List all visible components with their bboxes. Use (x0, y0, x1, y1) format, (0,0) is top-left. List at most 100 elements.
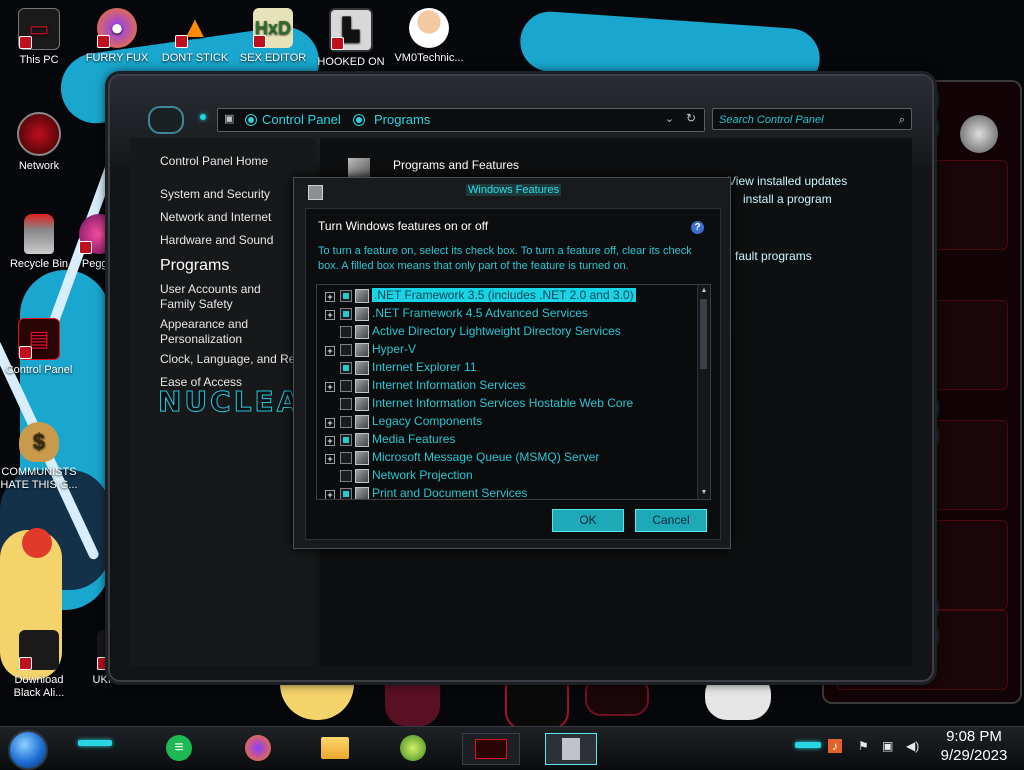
tray-app-icon[interactable]: ♪ (828, 739, 842, 753)
desktop-icon-sex-editor[interactable]: HxD SEX EDITOR (234, 8, 312, 65)
sidebar-item-home[interactable]: Control Panel Home (160, 154, 268, 168)
desktop-icon-control-panel[interactable]: ▤ Control Panel (0, 318, 78, 377)
install-program-link[interactable]: install a program (743, 192, 832, 206)
feature-checkbox[interactable] (340, 380, 352, 392)
cancel-button[interactable]: Cancel (635, 509, 707, 532)
feature-scrollbar[interactable]: ▲ ▼ (697, 285, 710, 499)
search-icon[interactable]: ⌕ (899, 109, 905, 131)
default-programs-link[interactable]: fault programs (735, 249, 812, 263)
feature-folder-icon (355, 487, 369, 499)
taskbar-firefox[interactable] (243, 733, 273, 763)
taskbar-control-panel[interactable] (462, 733, 520, 765)
breadcrumb-separator-icon (248, 117, 254, 123)
desktop-icon-vm0technic[interactable]: VM0Technic... (390, 8, 468, 65)
feature-row[interactable]: Network Projection (317, 467, 697, 485)
desktop-icon-download-black-ali[interactable]: Download Black Ali... (0, 630, 78, 700)
feature-label: .NET Framework 3.5 (includes .NET 2.0 an… (372, 288, 636, 302)
feature-checkbox[interactable] (340, 488, 352, 499)
help-icon[interactable]: ? (691, 221, 704, 234)
volume-icon[interactable]: ◀) (906, 739, 920, 753)
expand-plus-icon[interactable]: + (325, 382, 335, 392)
sidebar-item-user-accounts[interactable]: User Accounts and Family Safety (160, 282, 292, 312)
wallpaper-figure (585, 676, 649, 716)
sidebar-item-appearance[interactable]: Appearance and Personalization (160, 317, 270, 347)
feature-checkbox[interactable] (340, 416, 352, 428)
feature-row[interactable]: + Legacy Components (317, 413, 697, 431)
desktop-icon-label: COMMUNISTS HATE THIS G... (0, 466, 78, 491)
pompom-sticker (22, 528, 52, 558)
desktop-icon-furry-fux[interactable]: ● FURRY FUX (78, 8, 156, 65)
feature-row[interactable]: + Internet Information Services (317, 377, 697, 395)
feature-folder-icon (355, 415, 369, 429)
feature-checkbox[interactable] (340, 326, 352, 338)
expand-plus-icon[interactable]: + (325, 454, 335, 464)
feature-row[interactable]: + Print and Document Services (317, 485, 697, 499)
expand-plus-icon[interactable]: + (325, 490, 335, 499)
address-bar[interactable]: ▣ Control Panel Programs ⌄ ↻ (217, 108, 705, 132)
expand-plus-icon[interactable]: + (325, 418, 335, 428)
feature-checkbox[interactable] (340, 434, 352, 446)
feature-row[interactable]: + .NET Framework 4.5 Advanced Services (317, 305, 697, 323)
network-icon[interactable]: ▣ (882, 739, 896, 753)
desktop-icon-this-pc[interactable]: ▭ This PC (0, 8, 78, 67)
feature-checkbox[interactable] (340, 290, 352, 302)
start-button[interactable] (8, 730, 48, 770)
clock-date[interactable]: 9/29/2023 (934, 747, 1014, 764)
sidebar-item-system-security[interactable]: System and Security (160, 187, 270, 201)
scroll-down-icon[interactable]: ▼ (699, 488, 709, 498)
breadcrumb-programs[interactable]: Programs (374, 112, 430, 127)
feature-row[interactable]: Internet Explorer 11 (317, 359, 697, 377)
clock-time[interactable]: 9:08 PM (934, 728, 1014, 745)
expand-plus-icon[interactable]: + (325, 292, 335, 302)
expand-plus-icon[interactable]: + (325, 310, 335, 320)
firefox-icon (245, 735, 271, 761)
ok-button[interactable]: OK (552, 509, 624, 532)
maze-game-icon: ▙ (329, 8, 373, 52)
sidebar-item-hardware-sound[interactable]: Hardware and Sound (160, 233, 273, 247)
scroll-up-icon[interactable]: ▲ (699, 286, 709, 296)
alien-head-icon (960, 115, 998, 153)
flag-icon[interactable]: ⚑ (858, 739, 872, 753)
feature-checkbox[interactable] (340, 344, 352, 356)
taskbar-notes-app[interactable]: ≡ (164, 733, 194, 763)
refresh-icon[interactable]: ↻ (686, 111, 696, 125)
taskbar-file-explorer[interactable] (320, 733, 350, 763)
feature-label: Network Projection (372, 468, 473, 482)
programs-features-title[interactable]: Programs and Features (393, 158, 519, 172)
control-panel-icon: ▤ (18, 318, 60, 360)
feature-checkbox[interactable] (340, 308, 352, 320)
desktop-icon-network[interactable]: Network (0, 112, 78, 173)
back-forward-button[interactable] (148, 106, 184, 134)
feature-row[interactable]: Active Directory Lightweight Directory S… (317, 323, 697, 341)
feature-row[interactable]: + .NET Framework 3.5 (includes .NET 2.0 a… (317, 287, 697, 305)
feature-tree[interactable]: ▲ ▼ + .NET Framework 3.5 (includes .NET 2… (316, 284, 711, 500)
view-installed-updates-link[interactable]: View installed updates (728, 174, 847, 188)
chevron-down-icon[interactable]: ⌄ (665, 112, 674, 125)
search-input[interactable]: Search Control Panel ⌕ (712, 108, 912, 130)
feature-checkbox[interactable] (340, 452, 352, 464)
scroll-thumb[interactable] (700, 299, 707, 369)
feature-row[interactable]: + Microsoft Message Queue (MSMQ) Server (317, 449, 697, 467)
desktop-icon-hooked-on[interactable]: ▙ HOOKED ON (312, 8, 390, 69)
breadcrumb-control-panel[interactable]: Control Panel (262, 112, 341, 127)
feature-folder-icon (355, 379, 369, 393)
sidebar-item-network-internet[interactable]: Network and Internet (160, 210, 271, 224)
feature-row[interactable]: + Hyper-V (317, 341, 697, 359)
feature-checkbox[interactable] (340, 398, 352, 410)
feature-checkbox[interactable] (340, 470, 352, 482)
feature-checkbox[interactable] (340, 362, 352, 374)
expand-plus-icon[interactable]: + (325, 436, 335, 446)
feature-row[interactable]: + Media Features (317, 431, 697, 449)
feature-row[interactable]: Internet Information Services Hostable W… (317, 395, 697, 413)
decor-led (795, 742, 821, 748)
desktop-icon-label: Control Panel (5, 364, 73, 376)
feature-folder-icon (355, 433, 369, 447)
taskbar-ccleaner[interactable] (398, 733, 428, 763)
desktop-icon-label: Download Black Ali... (13, 674, 65, 699)
desktop-icon-communists[interactable]: $ COMMUNISTS HATE THIS G... (0, 422, 78, 492)
desktop-icon-dont-stick[interactable]: ▲ DONT STICK (156, 8, 234, 65)
taskbar-windows-features[interactable] (545, 733, 597, 765)
feature-label: .NET Framework 4.5 Advanced Services (372, 306, 588, 320)
lime-app-icon (400, 735, 426, 761)
expand-plus-icon[interactable]: + (325, 346, 335, 356)
